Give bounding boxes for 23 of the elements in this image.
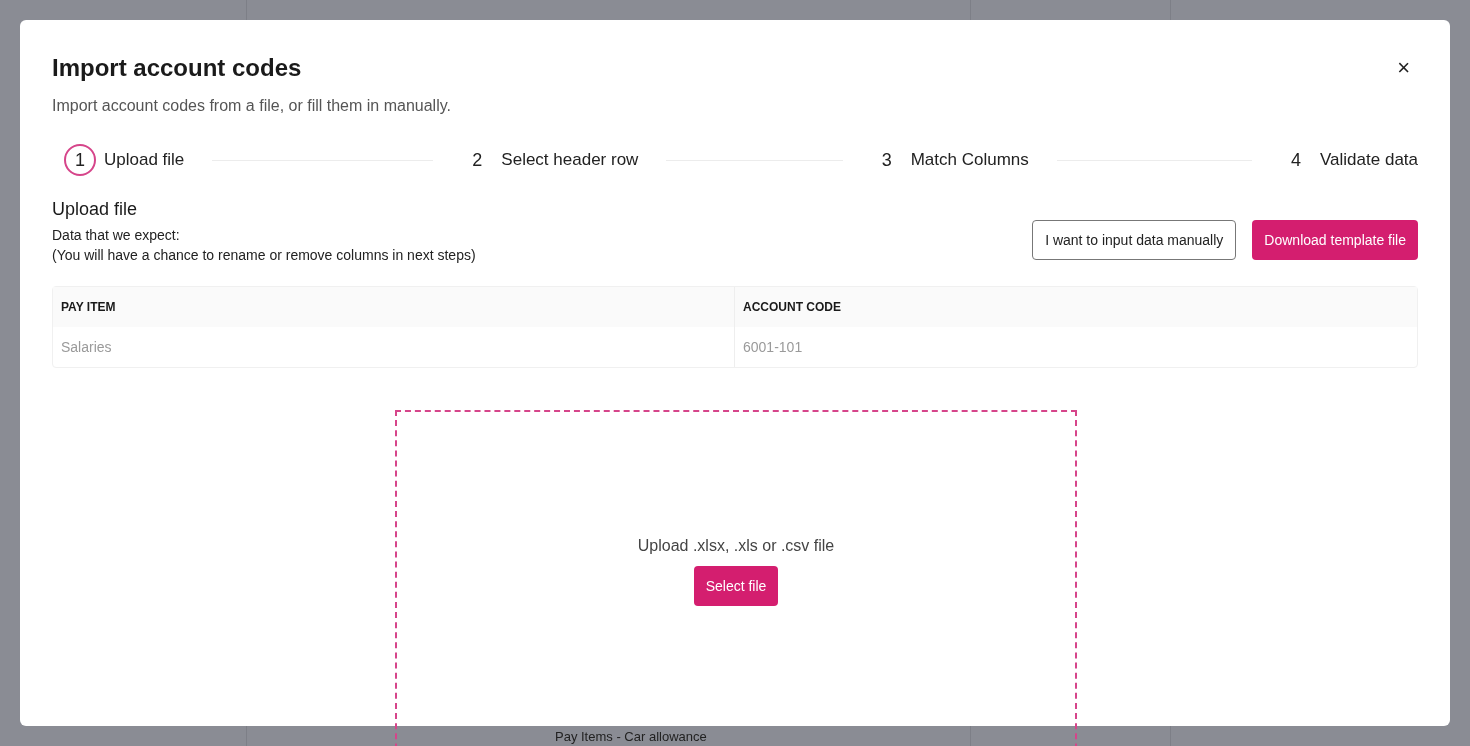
step-number: 1: [64, 144, 96, 176]
manual-input-button[interactable]: I want to input data manually: [1032, 220, 1237, 260]
step-number: 4: [1290, 148, 1303, 172]
section-title: Upload file: [52, 198, 139, 221]
select-file-button[interactable]: Select file: [693, 566, 779, 606]
step-label: Validate data: [1320, 149, 1418, 172]
table-cell-text: Salaries: [60, 337, 113, 357]
description-text: Data that we expect:: [52, 226, 181, 245]
table-cell: 6001-101: [734, 327, 1417, 367]
description-text: (You will have a chance to rename or remove columns in next steps): [52, 246, 476, 265]
step-number: 3: [880, 148, 893, 172]
download-button[interactable]: Download template file: [1252, 220, 1418, 260]
page-text: Pay Items - Car allowance: [555, 729, 707, 744]
column-header: ACCOUNT CODE: [734, 287, 1417, 327]
step-label: Match Columns: [910, 149, 1029, 172]
dialog-subtitle: Import account codes from a file, or fill them in manually.: [52, 96, 452, 116]
step-label: Upload file: [104, 149, 185, 172]
step-number: 2: [471, 148, 484, 172]
step-label: Select header row: [501, 149, 639, 172]
close-button[interactable]: ×: [1397, 54, 1410, 82]
drop-zone-text: Upload .xlsx, .xls or .csv file: [637, 536, 835, 556]
column-header: PAY ITEM: [60, 299, 117, 316]
dialog-title: Import account codes: [52, 54, 302, 82]
